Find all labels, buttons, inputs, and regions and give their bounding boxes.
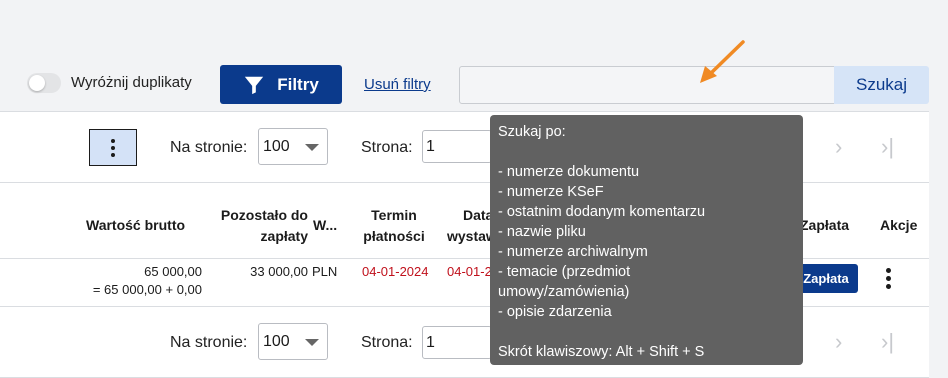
header-payment[interactable]: Zapłata: [800, 215, 849, 236]
page-label: Strona:: [361, 139, 413, 156]
filter-icon: [245, 76, 264, 94]
tooltip-item: - opisie zdarzenia: [498, 304, 612, 320]
table-options-button[interactable]: [89, 129, 137, 166]
per-page-value: 100: [263, 137, 290, 155]
tooltip-item: - nazwie pliku: [498, 224, 586, 240]
tooltip-item: - numerze KSeF: [498, 184, 604, 200]
tooltip-item: umowy/zamówienia): [498, 284, 630, 300]
per-page-select-bottom[interactable]: 100: [258, 323, 328, 360]
header-due-line1: Termin: [371, 207, 417, 223]
cell-gross: 65 000,00 = 65 000,00 + 0,00: [80, 263, 202, 299]
page-label-bottom: Strona:: [361, 334, 413, 351]
header-remaining[interactable]: Pozostało do zapłaty: [210, 205, 308, 247]
more-vert-icon: [111, 138, 115, 157]
header-due-date[interactable]: Termin płatności: [358, 205, 430, 247]
page-input-bottom[interactable]: 1: [422, 326, 492, 359]
tooltip-item: - numerze archiwalnym: [498, 244, 648, 260]
tooltip-shortcut: Skrót klawiszowy: Alt + Shift + S: [498, 344, 705, 360]
duplicates-toggle[interactable]: [27, 73, 61, 93]
tooltip-item: - numerze dokumentu: [498, 164, 640, 180]
clear-filters-link[interactable]: Usuń filtry: [364, 76, 431, 93]
search-button[interactable]: Szukaj: [834, 66, 929, 104]
last-page-icon[interactable]: ›|: [881, 134, 894, 160]
pay-button[interactable]: Zapłata: [794, 264, 858, 293]
chevron-down-icon: [305, 144, 319, 151]
header-gross[interactable]: Wartość brutto: [86, 215, 185, 236]
header-remaining-line2: zapłaty: [260, 228, 308, 244]
per-page-label-bottom: Na stronie:: [170, 334, 248, 351]
tooltip-item: - temacie (przedmiot: [498, 264, 631, 280]
toggle-knob: [29, 75, 45, 91]
filters-button-label: Filtry: [277, 74, 319, 94]
per-page-value-bottom: 100: [263, 332, 290, 350]
per-page-label: Na stronie:: [170, 139, 248, 156]
next-page-icon[interactable]: ›: [835, 329, 842, 355]
chevron-down-icon: [305, 339, 319, 346]
cell-remaining: 33 000,00: [250, 264, 308, 279]
more-vert-icon: [886, 268, 891, 289]
header-currency[interactable]: W...: [313, 215, 337, 236]
arrow-pointer-icon: [700, 40, 745, 83]
cell-issue-date: 04-01-2: [447, 264, 491, 279]
filters-button[interactable]: Filtry: [220, 65, 342, 104]
header-due-line2: płatności: [363, 228, 425, 244]
header-remaining-line1: Pozostało do: [220, 207, 308, 223]
next-page-icon[interactable]: ›: [835, 134, 842, 160]
per-page-select[interactable]: 100: [258, 128, 328, 165]
last-page-icon[interactable]: ›|: [881, 329, 894, 355]
cell-due-date: 04-01-2024: [362, 264, 429, 279]
cell-currency: PLN: [312, 264, 338, 279]
search-input[interactable]: [459, 66, 835, 104]
tooltip-title: Szukaj po:: [498, 124, 566, 140]
page-input[interactable]: 1: [422, 130, 492, 163]
cell-gross-value: 65 000,00: [144, 264, 202, 279]
duplicates-toggle-label: Wyróżnij duplikaty: [71, 74, 192, 91]
cell-gross-formula: = 65 000,00 + 0,00: [92, 282, 202, 297]
tooltip-item: - ostatnim dodanym komentarzu: [498, 204, 706, 220]
header-actions: Akcje: [880, 217, 918, 233]
search-tooltip: Szukaj po: - numerze dokumentu - numerze…: [490, 115, 803, 365]
row-actions-button[interactable]: [886, 268, 891, 289]
